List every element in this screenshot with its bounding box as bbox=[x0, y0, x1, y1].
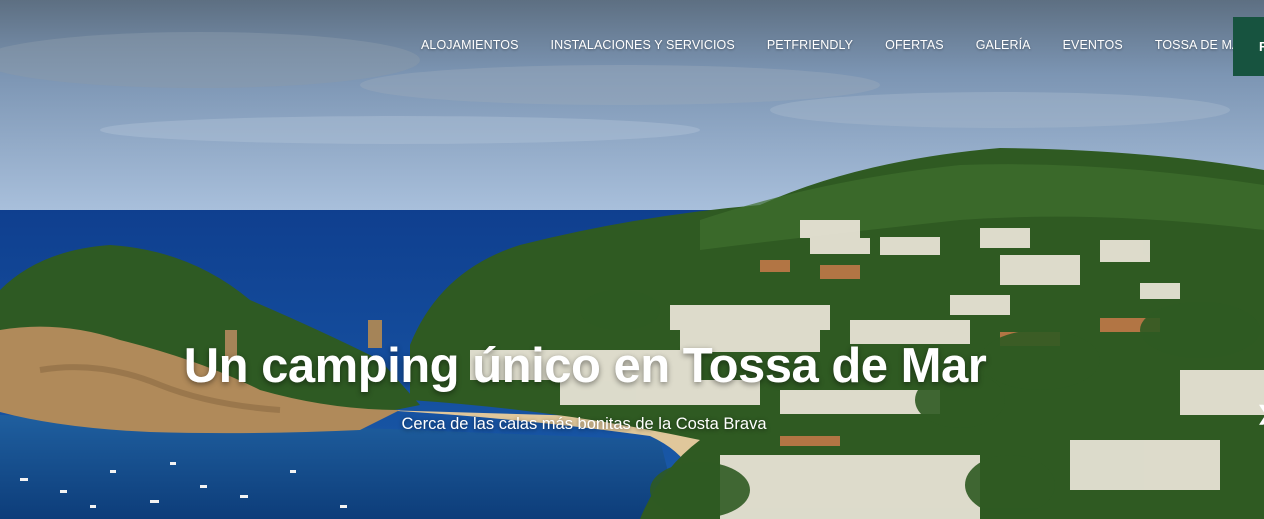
hero-subtitle: Cerca de las calas más bonitas de la Cos… bbox=[401, 415, 767, 433]
hero-title: Un camping único en Tossa de Mar bbox=[183, 339, 987, 393]
nav-item-instalaciones-y-servicios[interactable]: INSTALACIONES Y SERVICIOS bbox=[535, 38, 751, 52]
chevron-right-icon[interactable]: ❯ bbox=[1256, 404, 1264, 424]
hero-section: ALOJAMIENTOS INSTALACIONES Y SERVICIOS P… bbox=[0, 0, 1264, 519]
reserve-button[interactable]: R bbox=[1233, 17, 1264, 76]
nav-item-alojamientos[interactable]: ALOJAMIENTOS bbox=[405, 38, 535, 52]
nav-item-galeria[interactable]: GALERÍA bbox=[960, 38, 1047, 52]
nav-item-petfriendly[interactable]: PETFRIENDLY bbox=[751, 38, 869, 52]
main-navigation: ALOJAMIENTOS INSTALACIONES Y SERVICIOS P… bbox=[0, 0, 1264, 95]
nav-item-eventos[interactable]: EVENTOS bbox=[1047, 38, 1139, 52]
reserve-button-label: R bbox=[1259, 39, 1264, 54]
nav-item-ofertas[interactable]: OFERTAS bbox=[869, 38, 960, 52]
nav-menu: ALOJAMIENTOS INSTALACIONES Y SERVICIOS P… bbox=[405, 38, 1264, 52]
